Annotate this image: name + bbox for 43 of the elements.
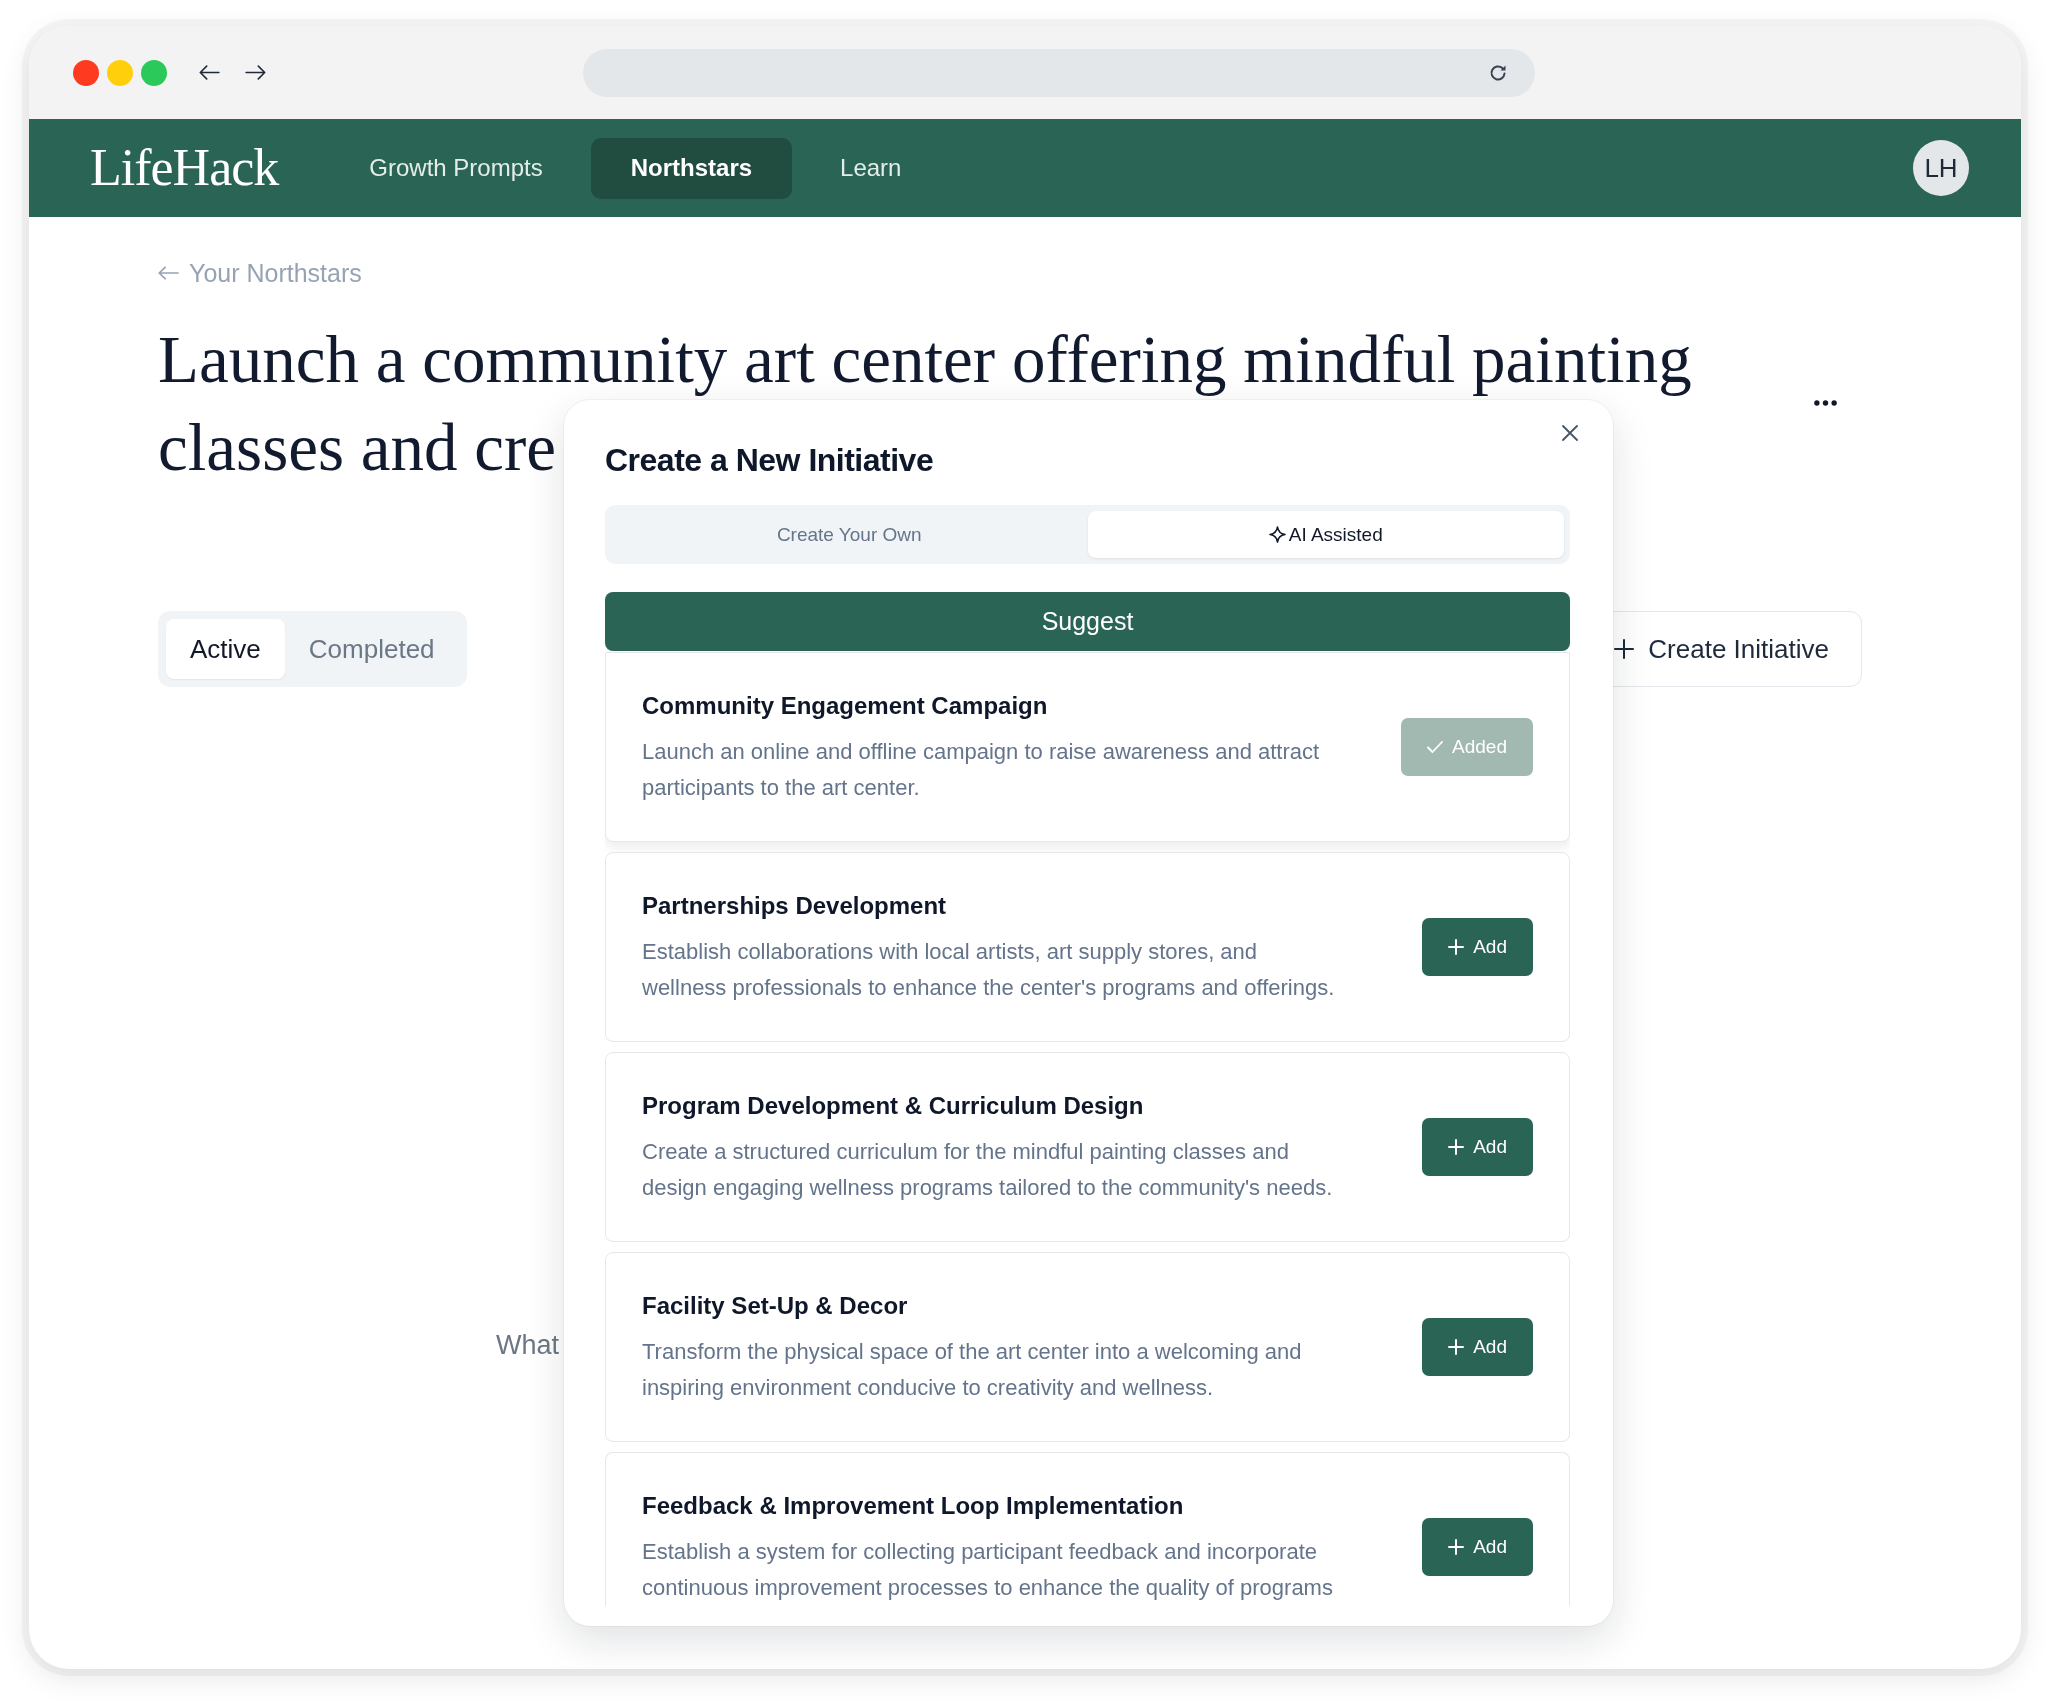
more-icon[interactable]	[1814, 400, 1837, 406]
page-title: classes and cre	[158, 409, 557, 486]
sparkle-icon	[1268, 526, 1286, 543]
suggest-button[interactable]: Suggest	[605, 592, 1570, 651]
arrow-left-icon	[158, 266, 179, 280]
nav-link[interactable]: Northstars	[590, 137, 793, 199]
suggestion-description: Establish collaborations with local artists, art supply stores, and wellness professionals to enhance the center's programs and offerings.	[642, 938, 1336, 1002]
add-button[interactable]: Add	[1422, 1318, 1533, 1376]
suggestion-title: Feedback & Improvement Loop Implementation	[642, 1491, 1184, 1521]
page-title: Launch a community art center offering mindful painting	[158, 321, 1692, 398]
add-button[interactable]: Add	[1422, 1118, 1533, 1176]
plus-icon	[1614, 639, 1635, 659]
suggestion-title: Community Engagement Campaign	[642, 691, 1048, 721]
plus-icon	[1448, 1139, 1465, 1155]
add-button[interactable]: Add	[1422, 1518, 1533, 1576]
suggestion-title: Partnerships Development	[642, 891, 947, 921]
suggestion-description: Launch an online and offline campaign to raise awareness and attract participants to the art center.	[642, 738, 1321, 802]
filter-tab[interactable]: Active	[166, 619, 285, 679]
plus-icon	[1448, 1539, 1465, 1555]
address-field[interactable]	[583, 48, 1535, 97]
suggestion-title: Program Development & Curriculum Design	[642, 1091, 1144, 1121]
mode-tab[interactable]: Create Your Own	[611, 511, 1088, 558]
close-icon[interactable]	[1562, 425, 1578, 441]
window-close-icon[interactable]	[73, 59, 99, 86]
suggestion-description: Establish a system for collecting participant feedback and incorporate continuous improvement processes to enhance the quality of programs	[642, 1538, 1334, 1602]
user-avatar[interactable]: LH	[1913, 140, 1969, 196]
reload-icon[interactable]	[1488, 62, 1508, 83]
suggestion-description: Create a structured curriculum for the mindful painting classes and design engaging wellness programs tailored to the community's needs.	[642, 1138, 1334, 1202]
nav-link[interactable]: Growth Prompts	[329, 137, 583, 199]
suggestion-title: Facility Set-Up & Decor	[642, 1291, 908, 1321]
check-icon	[1427, 739, 1444, 755]
dialog-title: Create a New Initiative	[605, 441, 934, 480]
add-button[interactable]: Add	[1422, 918, 1533, 976]
plus-icon	[1448, 939, 1465, 955]
arrow-left-icon[interactable]	[199, 65, 220, 80]
filter-tab[interactable]: Completed	[284, 619, 459, 679]
app-logo[interactable]: LifeHack	[90, 138, 279, 198]
plus-icon	[1448, 1339, 1465, 1355]
nav-link[interactable]: Learn	[800, 137, 942, 199]
suggestion-description: Transform the physical space of the art center into a welcoming and inspiring environment conducive to creativity and wellness.	[642, 1338, 1303, 1402]
empty-state-text: What	[496, 1329, 560, 1362]
arrow-right-icon[interactable]	[245, 65, 266, 80]
mode-tab[interactable]: AI Assisted	[1087, 511, 1564, 558]
